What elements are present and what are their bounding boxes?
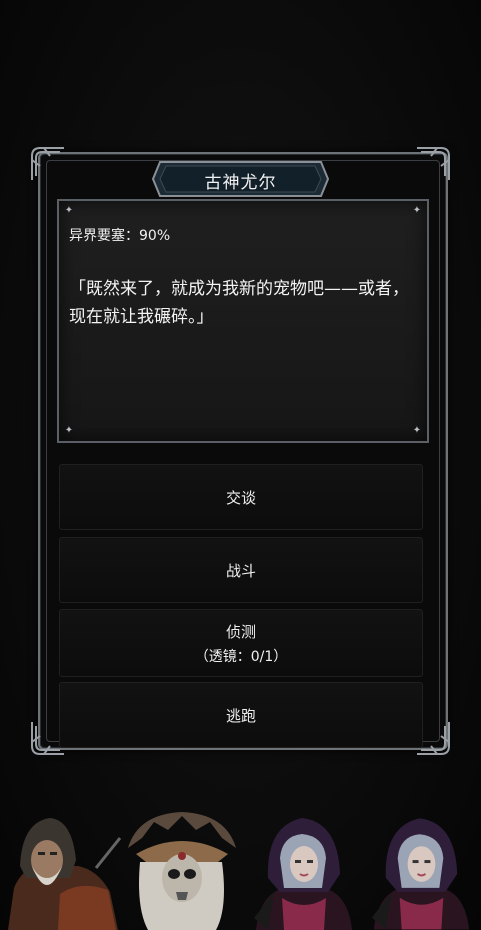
location-progress-text: 异界要塞：90% xyxy=(69,228,171,244)
title-banner: 古神尤尔 xyxy=(150,158,331,200)
event-title: 古神尤尔 xyxy=(204,173,277,193)
flee-button-label: 逃跑 xyxy=(225,706,256,725)
hooded-sorceress-portrait[interactable] xyxy=(362,808,481,930)
flee-button[interactable]: 逃跑 xyxy=(59,682,423,748)
hooded-sorceress-portrait[interactable] xyxy=(244,808,364,930)
sparkle-icon: ✦ xyxy=(64,205,74,216)
fight-button-label: 战斗 xyxy=(225,561,256,580)
detect-button[interactable]: 侦测 （透镜：0/1） xyxy=(59,609,423,677)
skull-shaman-portrait[interactable] xyxy=(118,808,246,930)
fight-button[interactable]: 战斗 xyxy=(59,537,423,603)
ornament-top-left-icon xyxy=(30,146,66,182)
party-portraits xyxy=(0,808,481,930)
sparkle-icon: ✦ xyxy=(412,425,422,436)
hooded-warrior-portrait[interactable] xyxy=(0,808,122,930)
dialog-text: 「既然来了，就成为我新的宠物吧——或者，现在就让我碾碎。」 xyxy=(69,279,409,327)
ornament-top-right-icon xyxy=(415,146,451,182)
story-panel: ✦ ✦ ✦ ✦ 异界要塞：90% 「既然来了，就成为我新的宠物吧——或者，现在就… xyxy=(57,199,429,443)
sparkle-icon: ✦ xyxy=(64,425,74,436)
detect-button-label: 侦测 xyxy=(225,622,256,641)
talk-button-label: 交谈 xyxy=(225,488,256,507)
lens-count-text: （透镜：0/1） xyxy=(194,648,288,665)
talk-button[interactable]: 交谈 xyxy=(59,464,423,530)
sparkle-icon: ✦ xyxy=(412,205,422,216)
